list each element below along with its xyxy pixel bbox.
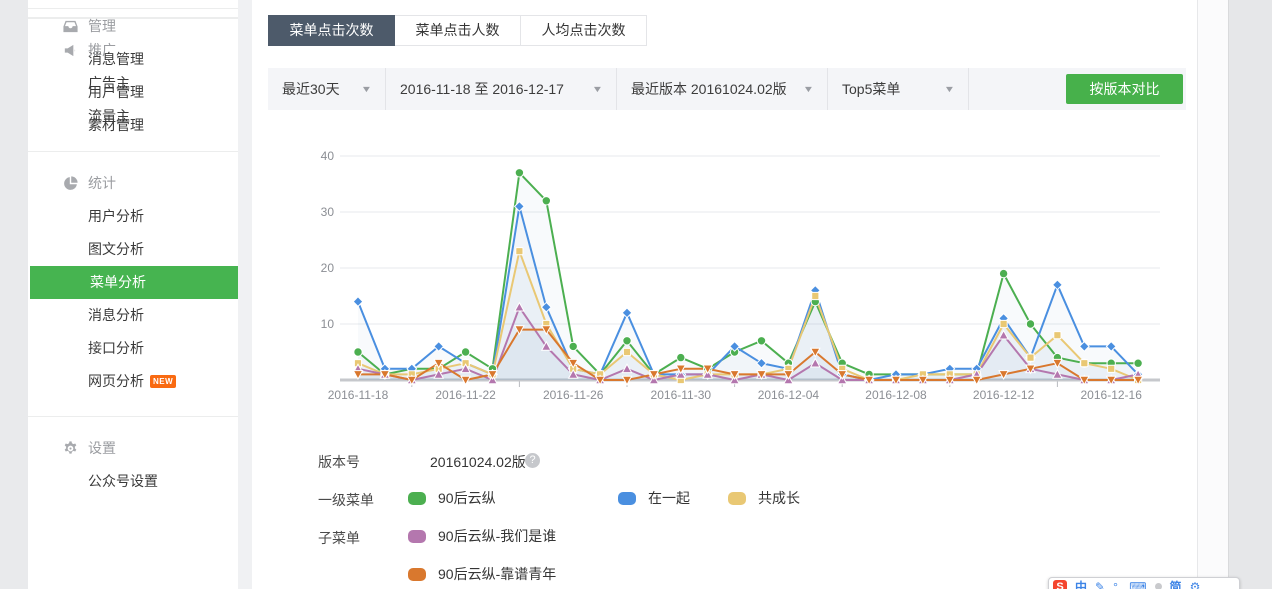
svg-text:2016-12-16: 2016-12-16 (1081, 388, 1143, 402)
chevron-down-icon: ▼ (803, 84, 815, 94)
inbox-icon (62, 18, 79, 35)
gear-icon[interactable]: ⚙ (1190, 580, 1201, 589)
date-preset-value: 最近30天 (282, 79, 340, 99)
sidebar-top-divider (28, 0, 238, 9)
date-range-value: 2016-11-18 至 2016-12-17 (400, 79, 564, 99)
sidebar-item-消息分析[interactable]: 消息分析 (28, 299, 238, 332)
version-number-value: 20161024.02版 (430, 452, 526, 472)
sidebar-item-接口分析[interactable]: 接口分析 (28, 332, 238, 365)
question-icon[interactable]: ? (525, 453, 540, 468)
svg-text:2016-12-08: 2016-12-08 (865, 388, 927, 402)
compare-by-version-button[interactable]: 按版本对比 (1066, 74, 1183, 104)
svg-text:20: 20 (321, 261, 335, 275)
simplified-chinese-icon[interactable]: 简 (1170, 580, 1182, 589)
svg-text:2016-11-26: 2016-11-26 (543, 388, 604, 402)
svg-text:2016-12-04: 2016-12-04 (758, 388, 820, 402)
sidebar-item-公众号设置[interactable]: 公众号设置 (28, 465, 238, 498)
sidebar-item-网页分析[interactable]: 网页分析NEW (28, 365, 238, 398)
legend-label: 共成长 (758, 488, 800, 508)
legend-swatch-orange (408, 568, 426, 581)
chevron-down-icon: ▼ (361, 84, 373, 94)
version-value: 最近版本 20161024.02版 (631, 79, 787, 99)
sidebar-section-title: 统计 (88, 173, 116, 193)
sub-menu-label: 子菜单 (318, 528, 360, 548)
svg-text:2016-11-18: 2016-11-18 (328, 388, 389, 402)
menu-click-line-chart: 10 20 30 40 2016-11-18 2016-11-22 2016-11-26 20… (300, 140, 1180, 410)
svg-text:30: 30 (321, 205, 335, 219)
legend-swatch-purple (408, 530, 426, 543)
sidebar-nav: 管理消息管理用户管理素材管理推广广告主流量主统计用户分析图文分析菜单分析消息分析… (28, 0, 238, 589)
chinese-mode-icon[interactable]: 中 (1075, 580, 1087, 589)
sidebar-section: 统计用户分析图文分析菜单分析消息分析接口分析网页分析NEW (28, 151, 238, 416)
svg-text:2016-11-22: 2016-11-22 (435, 388, 496, 402)
gear-icon (62, 440, 79, 457)
legend-swatch-yellow (728, 492, 746, 505)
wechat-mp-admin-page: 管理消息管理用户管理素材管理推广广告主流量主统计用户分析图文分析菜单分析消息分析… (0, 0, 1272, 589)
mic-dot-icon[interactable] (1155, 583, 1162, 589)
left-gray-rail (0, 0, 29, 589)
legend-swatch-blue (618, 492, 636, 505)
date-preset-dropdown[interactable]: 最近30天 ▼ (268, 68, 386, 110)
sidebar-section-header: 设置 (28, 431, 238, 465)
svg-text:2016-11-30: 2016-11-30 (651, 388, 712, 402)
legend-swatch-green (408, 492, 426, 505)
megaphone-icon (62, 42, 79, 59)
legend-item-level1[interactable]: 90后云纵 (408, 488, 496, 508)
level1-menu-label: 一级菜单 (318, 490, 374, 510)
pen-icon[interactable]: ✎ (1095, 580, 1105, 589)
right-margin (1198, 0, 1228, 589)
sidebar-section: 管理消息管理用户管理素材管理 (28, 9, 238, 18)
pie-chart-icon (62, 175, 79, 192)
tab-menu-click-users[interactable]: 菜单点击人数 (395, 15, 521, 46)
keyboard-icon[interactable]: ⌨ (1129, 580, 1146, 589)
right-gray-strip (1228, 0, 1272, 589)
sogou-ime-toolbar: S 中 ✎ °, ⌨ 简 ⚙ (1048, 577, 1240, 589)
top-menu-value: Top5菜单 (842, 79, 900, 99)
sidebar-section-title: 推广 (88, 40, 116, 60)
sidebar-item-用户分析[interactable]: 用户分析 (28, 200, 238, 233)
sidebar-section: 设置公众号设置 (28, 416, 238, 516)
legend-item-level1[interactable]: 在一起 (618, 488, 690, 508)
main-content-panel: 菜单点击次数 菜单点击人数 人均点击次数 最近30天 ▼ 2016-11-18 … (252, 0, 1198, 589)
date-range-dropdown[interactable]: 2016-11-18 至 2016-12-17 ▼ (386, 68, 617, 110)
svg-text:10: 10 (321, 317, 335, 331)
sidebar-item-菜单分析[interactable]: 菜单分析 (30, 266, 238, 299)
legend-label: 90后云纵-靠谱青年 (438, 564, 556, 584)
svg-text:40: 40 (321, 149, 335, 163)
sidebar-item-图文分析[interactable]: 图文分析 (28, 233, 238, 266)
chevron-down-icon: ▼ (944, 84, 956, 94)
chevron-down-icon: ▼ (592, 84, 604, 94)
legend-item-sub[interactable]: 90后云纵-我们是谁 (408, 526, 556, 546)
filter-bar: 最近30天 ▼ 2016-11-18 至 2016-12-17 ▼ 最近版本 2… (268, 68, 1186, 110)
sidebar-section-title: 设置 (88, 438, 116, 458)
tab-menu-click-count[interactable]: 菜单点击次数 (268, 15, 395, 46)
sidebar-section-header: 统计 (28, 166, 238, 200)
punctuation-icon[interactable]: °, (1113, 580, 1121, 589)
svg-text:2016-12-12: 2016-12-12 (973, 388, 1035, 402)
top-menu-dropdown[interactable]: Top5菜单 ▼ (828, 68, 969, 110)
sogou-logo[interactable]: S (1053, 580, 1067, 589)
legend-label: 90后云纵 (438, 488, 496, 508)
metric-tabs: 菜单点击次数 菜单点击人数 人均点击次数 (268, 15, 647, 46)
legend-label: 90后云纵-我们是谁 (438, 526, 556, 546)
version-dropdown[interactable]: 最近版本 20161024.02版 ▼ (617, 68, 828, 110)
legend-item-sub[interactable]: 90后云纵-靠谱青年 (408, 564, 556, 584)
new-badge: NEW (150, 375, 176, 388)
tab-avg-clicks-per-user[interactable]: 人均点击次数 (521, 15, 647, 46)
legend-label: 在一起 (648, 488, 690, 508)
sidebar-section-title: 管理 (88, 16, 116, 36)
legend-item-level1[interactable]: 共成长 (728, 488, 800, 508)
version-row-label: 版本号 (318, 452, 360, 472)
